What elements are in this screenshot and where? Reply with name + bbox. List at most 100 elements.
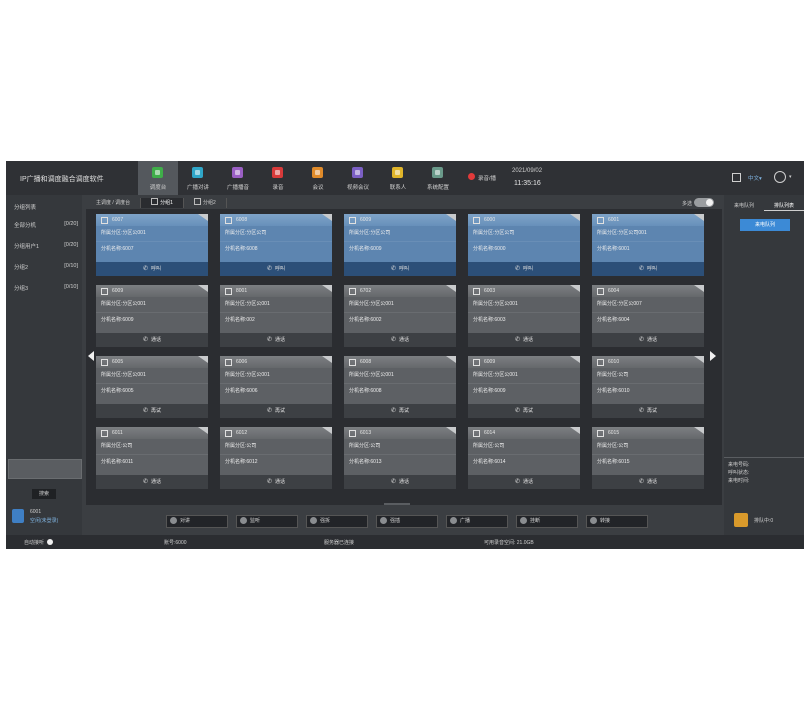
extension-card[interactable]: 6012 所属分区:公司 分机名称:6012 ✆ 通话: [220, 427, 332, 489]
extension-card[interactable]: 6009 所属分区:分区公001 分机名称:6009 ✆ 再试: [468, 356, 580, 418]
extension-name: 分机名称:6006: [225, 388, 258, 394]
group-tab[interactable]: 主调度 / 调度台: [86, 198, 142, 208]
nav-item[interactable]: 系统配置: [418, 161, 458, 195]
group-tab[interactable]: 分组1: [141, 198, 184, 208]
language-selector[interactable]: 中文▾: [748, 174, 762, 182]
nav-item[interactable]: 录音: [258, 161, 298, 195]
extension-card[interactable]: 6013 所属分区:公司 分机名称:6013 ✆ 通话: [344, 427, 456, 489]
extension-card[interactable]: 6001 所属分区:分区公司001 分机名称:6001 ✆ 呼叫: [592, 214, 704, 276]
auto-answer[interactable]: 自动接听: [24, 539, 54, 546]
card-corner: [446, 214, 456, 221]
extension-card[interactable]: 8001 所属分区:分区公001 分机名称:002 ✆ 通话: [220, 285, 332, 347]
check-icon[interactable]: [47, 539, 54, 545]
prev-page-icon[interactable]: [88, 351, 94, 361]
action-button[interactable]: 转接: [586, 515, 648, 528]
nav-item[interactable]: 视频会议: [338, 161, 378, 195]
group-list-item[interactable]: 分组2 [0/10]: [14, 263, 78, 284]
nav-item-label: 视频会议: [346, 185, 369, 191]
action-button[interactable]: 广播: [446, 515, 508, 528]
call-button[interactable]: ✆ 通话: [592, 333, 704, 347]
extension-card[interactable]: 6006 所属分区:分区公001 分机名称:6006 ✆ 再试: [220, 356, 332, 418]
phone-icon: ✆: [390, 408, 396, 414]
extension-card[interactable]: 6009 所属分区:分区公司 分机名称:6009 ✆ 呼叫: [344, 214, 456, 276]
extension-card[interactable]: 6007 所属分区:分区公001 分机名称:6007 ✆ 呼叫: [96, 214, 208, 276]
action-label: 广播: [460, 518, 471, 524]
call-button[interactable]: ✆ 通话: [468, 475, 580, 489]
group-list-item[interactable]: 分组3 [0/10]: [14, 284, 78, 305]
action-button[interactable]: 对讲: [166, 515, 228, 528]
extension-card[interactable]: 6008 所属分区:分区公司 分机名称:6008 ✆ 呼叫: [220, 214, 332, 276]
nav-item[interactable]: 广播对讲: [178, 161, 218, 195]
nav-item[interactable]: 广播播音: [218, 161, 258, 195]
phone-icon: ✆: [266, 266, 272, 272]
card-corner: [570, 214, 580, 221]
extension-card[interactable]: 6015 所属分区:公司 分机名称:6015 ✆ 通话: [592, 427, 704, 489]
group-tab[interactable]: 分组2: [184, 198, 227, 208]
call-button[interactable]: ✆ 呼叫: [468, 262, 580, 276]
nav-item[interactable]: 调度台: [138, 161, 178, 195]
call-button[interactable]: ✆ 通话: [468, 333, 580, 347]
call-button[interactable]: ✆ 通话: [96, 333, 208, 347]
extension-card[interactable]: 6008 所属分区:分区公001 分机名称:6008 ✆ 再试: [344, 356, 456, 418]
divider: [724, 457, 804, 458]
extension-card[interactable]: 6010 所属分区:公司 分机名称:6010 ✆ 再试: [592, 356, 704, 418]
extension-card[interactable]: 6011 所属分区:公司 分机名称:6011 ✆ 通话: [96, 427, 208, 489]
action-button[interactable]: 监听: [236, 515, 298, 528]
extension-number: 8001: [236, 288, 248, 294]
nav-item[interactable]: 会议: [298, 161, 338, 195]
call-button[interactable]: ✆ 呼叫: [96, 262, 208, 276]
extension-card[interactable]: 6004 所属分区:分区公007 分机名称:6004 ✆ 通话: [592, 285, 704, 347]
call-button-label: 再试: [151, 408, 162, 414]
call-button[interactable]: ✆ 呼叫: [592, 262, 704, 276]
search-button[interactable]: 搜索: [32, 489, 56, 499]
call-button[interactable]: ✆ 通话: [220, 475, 332, 489]
action-button[interactable]: 强插: [376, 515, 438, 528]
recording-label[interactable]: 录音/播: [478, 174, 496, 182]
nav-item[interactable]: 联系人: [378, 161, 418, 195]
call-queue-button[interactable]: 来电队列: [740, 219, 790, 231]
queue-tab[interactable]: 来电队列: [724, 201, 764, 211]
group-list-item[interactable]: 分组用户1 [0/20]: [14, 242, 78, 263]
call-button[interactable]: ✆ 通话: [344, 333, 456, 347]
call-button[interactable]: ✆ 通话: [96, 475, 208, 489]
extension-card[interactable]: 6009 所属分区:分区公001 分机名称:6009 ✆ 通话: [96, 285, 208, 347]
extension-card[interactable]: 6000 所属分区:分区公司 分机名称:6000 ✆ 呼叫: [468, 214, 580, 276]
group-count: [0/20]: [64, 242, 78, 248]
call-button[interactable]: ✆ 再试: [468, 404, 580, 418]
call-button-label: 呼叫: [399, 266, 410, 272]
call-button[interactable]: ✆ 呼叫: [220, 262, 332, 276]
fullscreen-icon[interactable]: [732, 173, 741, 182]
call-button[interactable]: ✆ 通话: [344, 475, 456, 489]
call-button[interactable]: ✆ 再试: [592, 404, 704, 418]
queue-tab[interactable]: 排队列表: [764, 201, 804, 211]
extension-number: 6008: [236, 217, 248, 223]
extension-card[interactable]: 6702 所属分区:分区公001 分机名称:6002 ✆ 通话: [344, 285, 456, 347]
call-info-line: 来电时间:: [728, 478, 750, 484]
call-button[interactable]: ✆ 再试: [220, 404, 332, 418]
card-header: 6010: [592, 356, 704, 368]
action-button[interactable]: 挂断: [516, 515, 578, 528]
card-corner: [694, 427, 704, 434]
extension-card[interactable]: 6003 所属分区:分区公001 分机名称:6003 ✆ 通话: [468, 285, 580, 347]
call-button[interactable]: ✆ 再试: [344, 404, 456, 418]
search-input[interactable]: [8, 459, 82, 479]
call-button[interactable]: ✆ 通话: [220, 333, 332, 347]
multi-select-toggle[interactable]: [694, 198, 714, 207]
extension-icon: [101, 359, 108, 366]
call-button-label: 呼叫: [275, 266, 286, 272]
chevron-down-icon[interactable]: ▾: [789, 174, 792, 180]
group-list-item[interactable]: 全部分机 [0/20]: [14, 221, 78, 242]
extension-name: 分机名称:6000: [473, 246, 506, 252]
call-button[interactable]: ✆ 呼叫: [344, 262, 456, 276]
record-icon[interactable]: [468, 173, 475, 180]
extension-card[interactable]: 6014 所属分区:公司 分机名称:6014 ✆ 通话: [468, 427, 580, 489]
call-button[interactable]: ✆ 通话: [592, 475, 704, 489]
user-avatar-icon[interactable]: [774, 171, 786, 183]
nav-item-label: 广播播音: [226, 185, 249, 191]
action-button[interactable]: 强拆: [306, 515, 368, 528]
next-page-icon[interactable]: [710, 351, 716, 361]
call-button[interactable]: ✆ 再试: [96, 404, 208, 418]
extension-zone: 所属分区:分区公001: [468, 368, 580, 384]
call-button-label: 通话: [647, 479, 658, 485]
extension-card[interactable]: 6005 所属分区:分区公001 分机名称:6005 ✆ 再试: [96, 356, 208, 418]
